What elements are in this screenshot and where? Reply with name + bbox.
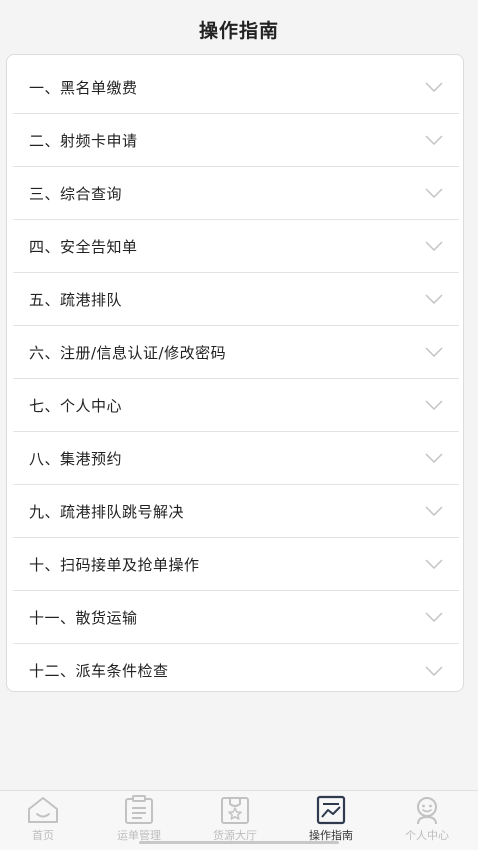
guide-item[interactable]: 七、个人中心 — [13, 379, 459, 432]
clipboard-icon — [125, 795, 153, 824]
chevron-down-icon — [423, 553, 445, 575]
guide-item-label: 二、射频卡申请 — [29, 131, 138, 150]
guide-item[interactable]: 十二、派车条件检查 — [13, 644, 459, 697]
tab-guide[interactable]: 操作指南 — [291, 795, 371, 847]
person-icon — [417, 797, 437, 825]
chevron-down-icon — [423, 341, 445, 363]
chart-icon — [316, 795, 346, 825]
chevron-down-icon — [423, 288, 445, 310]
guide-item[interactable]: 六、注册/信息认证/修改密码 — [13, 326, 459, 379]
guide-item-label: 八、集港预约 — [29, 449, 123, 468]
guide-item-label: 一、黑名单缴费 — [29, 78, 138, 97]
guide-item[interactable]: 一、黑名单缴费 — [13, 61, 459, 114]
star-box-icon — [221, 797, 249, 824]
guide-item[interactable]: 十一、散货运输 — [13, 591, 459, 644]
guide-item[interactable]: 五、疏港排队 — [13, 273, 459, 326]
chevron-down-icon — [423, 660, 445, 682]
chevron-down-icon — [423, 447, 445, 469]
guide-item[interactable]: 二、射频卡申请 — [13, 114, 459, 167]
page-header: 操作指南 — [0, 0, 478, 56]
guide-list-card: 一、黑名单缴费 二、射频卡申请 三、综合查询 四、安全告知单 五、疏港排队 六、… — [6, 54, 464, 692]
tab-label: 首页 — [32, 829, 54, 842]
guide-item[interactable]: 九、疏港排队跳号解决 — [13, 485, 459, 538]
guide-item-label: 十二、派车条件检查 — [29, 662, 169, 680]
chevron-down-icon — [423, 500, 445, 522]
chevron-down-icon — [423, 394, 445, 416]
tab-home[interactable]: 首页 — [3, 795, 83, 847]
guide-item[interactable]: 三、综合查询 — [13, 167, 459, 220]
guide-item-label: 十、扫码接单及抢单操作 — [29, 555, 200, 574]
home-indicator — [139, 841, 339, 844]
guide-item-label: 九、疏港排队跳号解决 — [29, 502, 185, 521]
chevron-down-icon — [423, 606, 445, 628]
guide-item[interactable]: 十、扫码接单及抢单操作 — [13, 538, 459, 591]
guide-item-label: 十一、散货运输 — [29, 608, 138, 627]
tab-cargo-hall[interactable]: 货源大厅 — [195, 795, 275, 847]
chevron-down-icon — [423, 129, 445, 151]
guide-item[interactable]: 四、安全告知单 — [13, 220, 459, 273]
chevron-down-icon — [423, 235, 445, 257]
guide-item-label: 四、安全告知单 — [29, 237, 138, 256]
guide-item-label: 七、个人中心 — [29, 396, 123, 415]
page-title: 操作指南 — [198, 19, 279, 42]
tab-waybill[interactable]: 运单管理 — [99, 795, 179, 847]
home-icon — [28, 797, 58, 823]
chevron-down-icon — [423, 182, 445, 204]
guide-item-label: 六、注册/信息认证/修改密码 — [29, 343, 227, 362]
guide-item[interactable]: 八、集港预约 — [13, 432, 459, 485]
guide-item-label: 五、疏港排队 — [29, 290, 123, 309]
tab-profile[interactable]: 个人中心 — [387, 795, 467, 847]
guide-item-label: 三、综合查询 — [29, 184, 123, 203]
chevron-down-icon — [423, 76, 445, 98]
tab-label: 个人中心 — [405, 829, 449, 842]
